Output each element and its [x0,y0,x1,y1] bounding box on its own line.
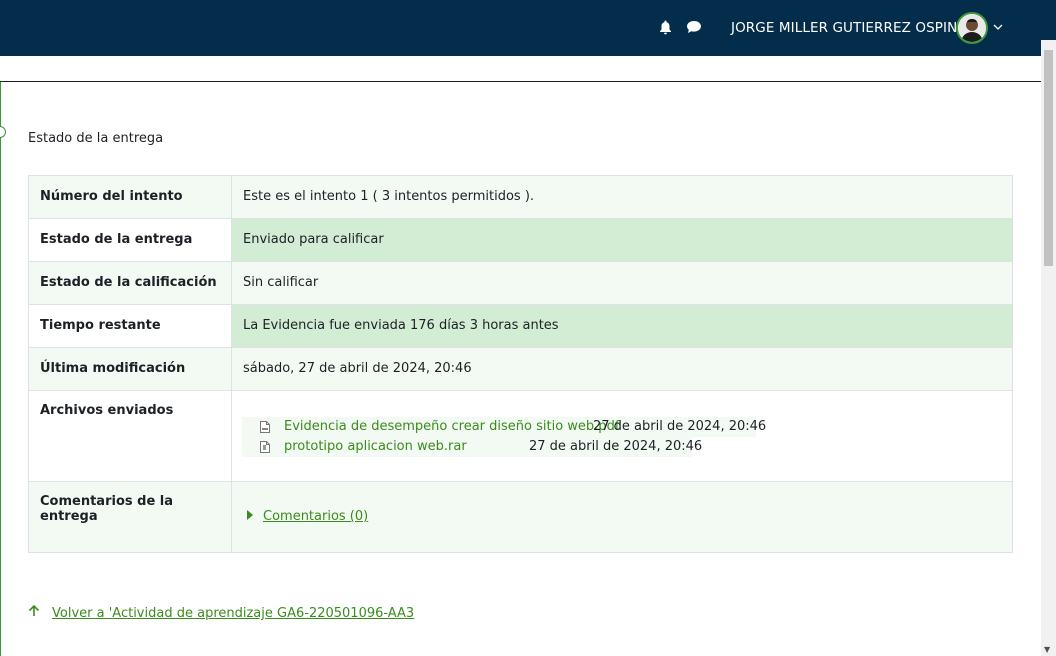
file-date: 27 de abril de 2024, 20:46 [593,419,767,434]
timeline-line [0,82,1,656]
row-label: Tiempo restante [28,304,232,348]
scroll-down-icon[interactable]: ▼ [1044,645,1050,654]
top-navbar: JORGE MILLER GUTIERREZ OSPINA [0,0,1056,56]
row-value: Enviado para calificar [231,218,1013,262]
row-value: La Evidencia fue enviada 176 días 3 hora… [231,304,1013,348]
table-row: Tiempo restante La Evidencia fue enviada… [28,304,1013,348]
timeline-dot [0,126,6,138]
back-link[interactable]: Volver a 'Actividad de aprendizaje GA6-2… [28,604,414,621]
comments-toggle[interactable]: Comentarios (0) [247,509,368,524]
row-label: Estado de la entrega [28,218,232,262]
chat-icon[interactable] [686,20,702,38]
file-link[interactable]: Evidencia de desempeño crear diseño siti… [284,417,619,437]
chevron-down-icon[interactable] [993,20,1003,34]
section-title: Estado de la entrega [28,131,164,146]
divider [0,81,1041,82]
file-tree: Evidencia de desempeño crear diseño siti… [232,391,1012,481]
avatar[interactable] [956,12,988,44]
file-link[interactable]: prototipo aplicacion web.rar [284,437,467,457]
row-label: Última modificación [28,347,232,391]
table-row: Última modificación sábado, 27 de abril … [28,347,1013,391]
user-name[interactable]: JORGE MILLER GUTIERREZ OSPINA [731,19,967,37]
table-row: Comentarios de la entrega Comentarios (0… [28,481,1013,553]
comments-area: Comentarios (0) [232,482,1012,552]
row-value: Este es el intento 1 ( 3 intentos permit… [231,175,1013,219]
back-link-label: Volver a 'Actividad de aprendizaje GA6-2… [52,606,415,621]
submission-status-table: Número del intento Este es el intento 1 … [28,175,1013,553]
arrow-up-icon [28,604,42,621]
caret-right-icon [247,510,253,520]
table-row: Estado de la calificación Sin calificar [28,261,1013,305]
row-label: Número del intento [28,175,232,219]
table-row: Archivos enviados Evidencia de desempeño… [28,390,1013,482]
vertical-scrollbar[interactable]: ▼ [1041,40,1056,656]
bell-icon[interactable] [659,20,672,39]
archive-file-icon [260,441,270,453]
table-row: Número del intento Este es el intento 1 … [28,175,1013,219]
scrollbar-thumb[interactable] [1044,50,1053,266]
file-item: prototipo aplicacion web.rar 27 de abril… [242,437,702,457]
row-label: Estado de la calificación [28,261,232,305]
file-date: 27 de abril de 2024, 20:46 [529,439,703,454]
comments-label: Comentarios (0) [263,509,369,524]
row-label: Comentarios de la entrega [28,481,232,553]
pdf-file-icon [260,421,270,433]
row-label: Archivos enviados [28,390,232,482]
row-value: sábado, 27 de abril de 2024, 20:46 [231,347,1013,391]
table-row: Estado de la entrega Enviado para califi… [28,218,1013,262]
file-item: Evidencia de desempeño crear diseño siti… [242,417,766,437]
row-value: Sin calificar [231,261,1013,305]
